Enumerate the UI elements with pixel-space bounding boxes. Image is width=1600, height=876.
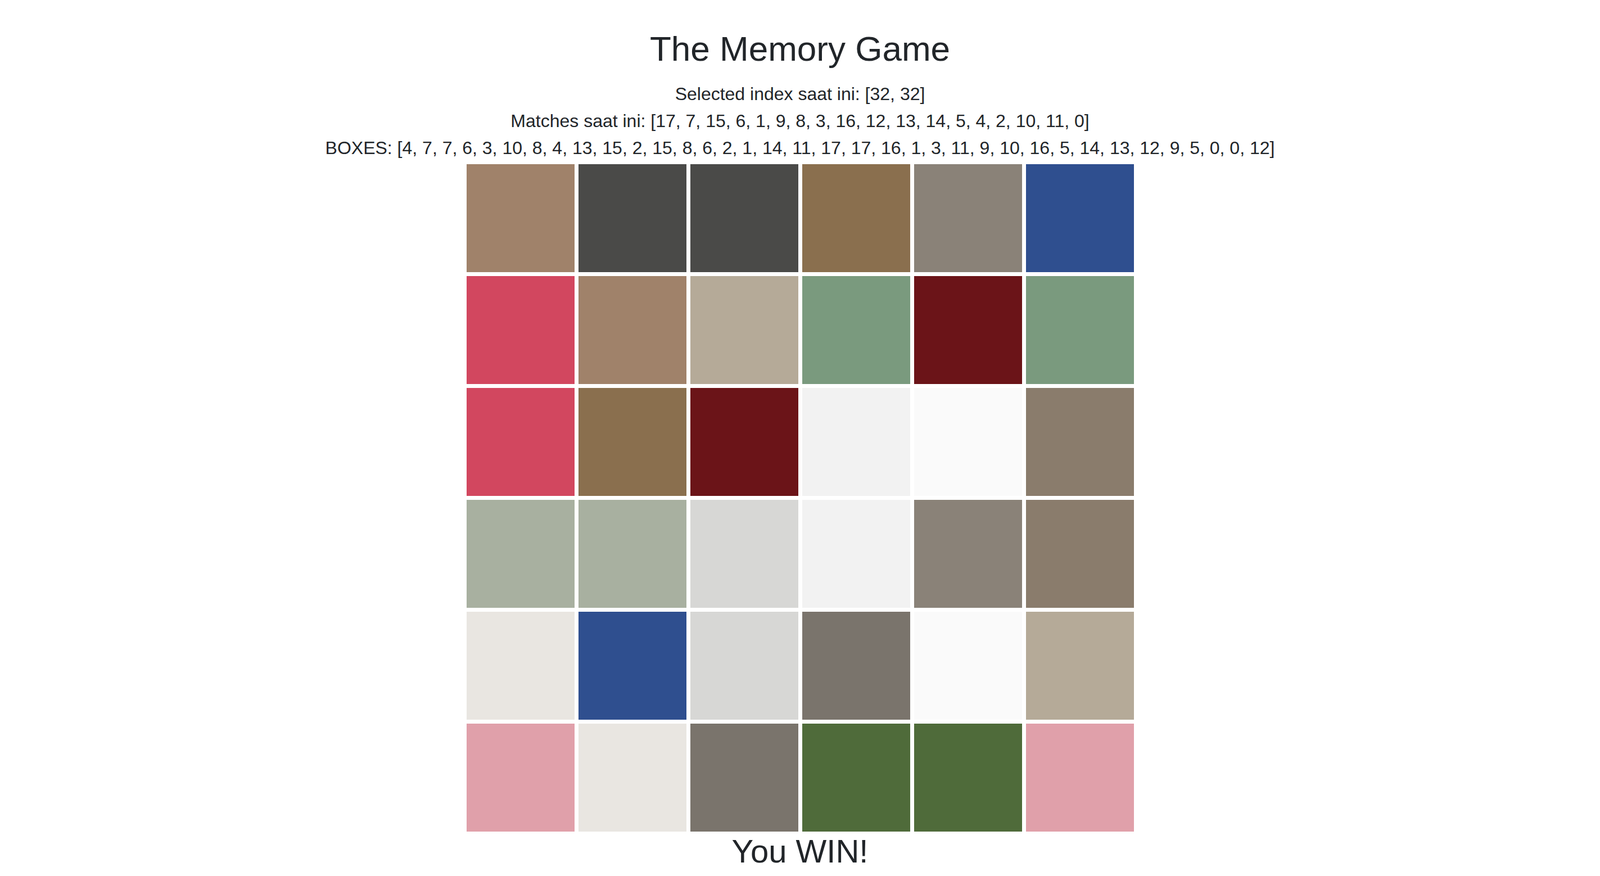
memory-card[interactable] — [466, 611, 575, 720]
memory-card[interactable] — [1026, 611, 1134, 720]
memory-card[interactable] — [1026, 164, 1134, 273]
memory-card[interactable] — [690, 164, 799, 273]
memory-card[interactable] — [1026, 276, 1134, 384]
memory-card[interactable] — [914, 387, 1023, 496]
memory-card[interactable] — [690, 276, 799, 384]
memory-card[interactable] — [1026, 499, 1134, 608]
memory-card[interactable] — [578, 276, 687, 384]
memory-card[interactable] — [914, 164, 1023, 273]
result-message: You WIN! — [731, 831, 869, 871]
memory-card[interactable] — [802, 387, 911, 496]
memory-card[interactable] — [914, 276, 1023, 384]
game-board — [466, 164, 1134, 832]
memory-card[interactable] — [690, 387, 799, 496]
memory-card[interactable] — [466, 164, 575, 273]
memory-card[interactable] — [466, 387, 575, 496]
memory-card[interactable] — [914, 611, 1023, 720]
selected-index: Selected index saat ini: [32, 32] — [675, 80, 926, 108]
memory-card[interactable] — [914, 499, 1023, 608]
memory-card[interactable] — [690, 611, 799, 720]
memory-card[interactable] — [578, 499, 687, 608]
memory-card[interactable] — [578, 611, 687, 720]
memory-card[interactable] — [578, 723, 687, 832]
memory-card[interactable] — [802, 276, 911, 384]
memory-card[interactable] — [578, 164, 687, 273]
memory-card[interactable] — [1026, 723, 1134, 832]
memory-card[interactable] — [802, 611, 911, 720]
memory-card[interactable] — [914, 723, 1023, 832]
memory-card[interactable] — [466, 276, 575, 384]
memory-card[interactable] — [690, 499, 799, 608]
boxes: BOXES: [4, 7, 7, 6, 3, 10, 8, 4, 13, 15,… — [325, 134, 1276, 162]
memory-card[interactable] — [690, 723, 799, 832]
memory-card[interactable] — [466, 499, 575, 608]
memory-card[interactable] — [578, 387, 687, 496]
memory-card[interactable] — [466, 723, 575, 832]
game-title: The Memory Game — [649, 28, 951, 70]
memory-card[interactable] — [1026, 387, 1134, 496]
memory-card[interactable] — [802, 164, 911, 273]
matches: Matches saat ini: [17, 7, 15, 6, 1, 9, 8… — [510, 107, 1089, 135]
memory-card[interactable] — [802, 499, 911, 608]
memory-card[interactable] — [802, 723, 911, 832]
